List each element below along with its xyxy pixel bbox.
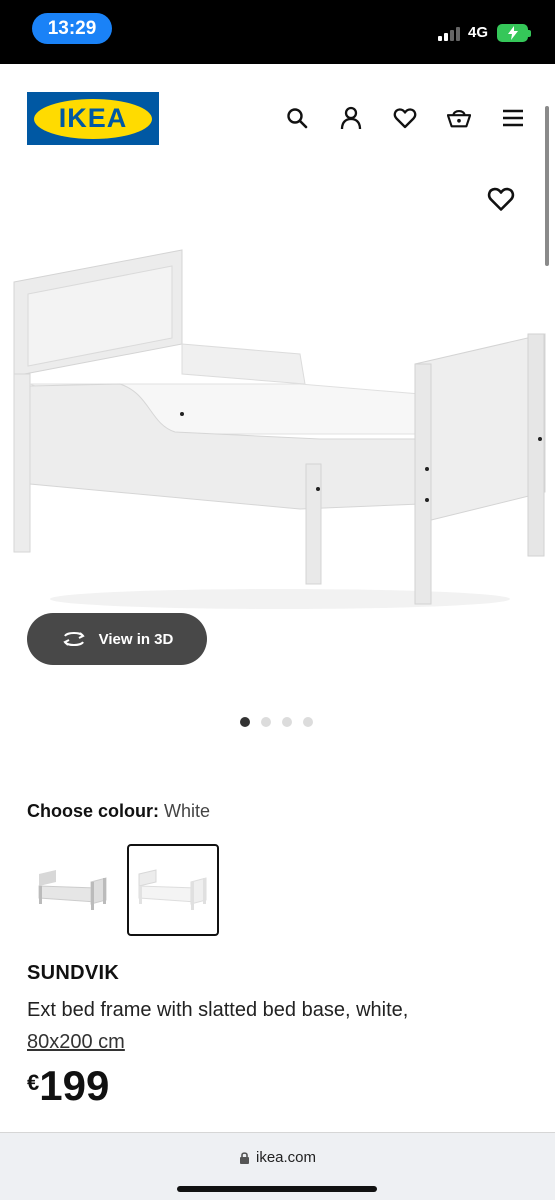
carousel-dot[interactable] <box>303 717 313 727</box>
price-amount: 199 <box>39 1062 110 1109</box>
home-indicator[interactable] <box>177 1186 377 1192</box>
search-icon[interactable] <box>285 106 309 130</box>
carousel-dots <box>240 717 313 727</box>
browser-address-bar[interactable]: ikea.com <box>0 1132 555 1200</box>
product-description-text: Ext bed frame with slatted bed base, whi… <box>27 999 409 1021</box>
carousel-dot[interactable] <box>282 717 292 727</box>
selected-colour: White <box>164 801 211 821</box>
product-image[interactable] <box>0 234 555 614</box>
lock-icon <box>239 1151 249 1164</box>
view-in-3d-label: View in 3D <box>98 630 174 648</box>
user-icon[interactable] <box>339 106 363 130</box>
signal-icon <box>438 26 460 41</box>
clock[interactable]: 13:29 <box>32 13 112 44</box>
product-price: € 199 <box>27 1064 109 1108</box>
logo-text: IKEA <box>34 98 152 139</box>
colour-label: Choose colour: White <box>27 801 210 822</box>
carousel-dot[interactable] <box>240 717 250 727</box>
menu-icon[interactable] <box>501 106 525 130</box>
header-nav <box>285 106 525 130</box>
price-currency: € <box>27 1070 40 1095</box>
heart-icon[interactable] <box>393 106 417 130</box>
view-in-3d-button[interactable]: View in 3D <box>27 613 207 665</box>
carousel-dot[interactable] <box>261 717 271 727</box>
colour-swatch-grey-white[interactable] <box>27 844 119 936</box>
web-page: IKEA View in 3D Choose colour: White SUN… <box>0 64 555 1132</box>
url-text: ikea.com <box>255 1149 317 1166</box>
add-to-wishlist-icon[interactable] <box>487 186 515 214</box>
battery-icon <box>497 24 531 42</box>
choose-colour-text: Choose colour: <box>27 801 160 821</box>
basket-icon[interactable] <box>447 106 471 130</box>
status-bar: 13:29 4G <box>0 0 555 64</box>
colour-swatch-white[interactable] <box>127 844 219 936</box>
ikea-logo[interactable]: IKEA <box>27 92 159 145</box>
product-description: Ext bed frame with slatted bed base, whi… <box>27 994 497 1058</box>
rotate-3d-icon <box>62 632 85 646</box>
product-name: SUNDVIK <box>27 962 120 984</box>
network-type: 4G <box>468 24 489 41</box>
product-size-link[interactable]: 80x200 cm <box>27 1031 125 1053</box>
url-display[interactable]: ikea.com <box>0 1149 555 1166</box>
